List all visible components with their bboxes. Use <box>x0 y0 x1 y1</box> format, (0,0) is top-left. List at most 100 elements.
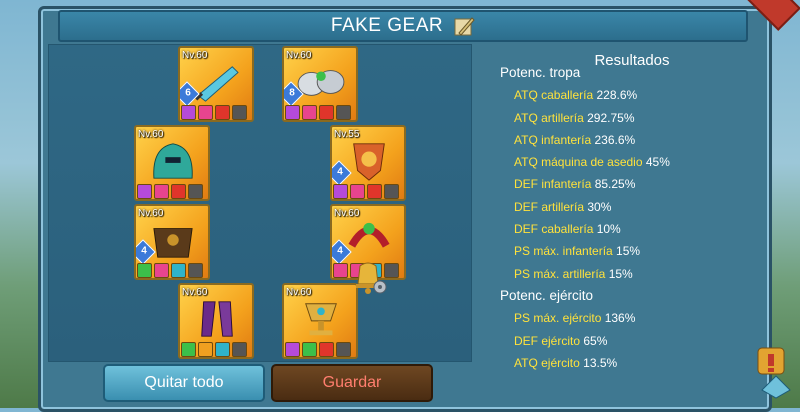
gear-level-label: Nv.60 <box>138 129 164 140</box>
stat-row: DEF caballería 10% <box>500 218 756 240</box>
stat-value: 15% <box>616 244 641 259</box>
gear-level-label: Nv.60 <box>334 208 360 219</box>
jewel-slot <box>188 184 203 199</box>
gear-card: Nv.60 8 <box>282 46 358 122</box>
stat-value: 85.25% <box>594 177 636 192</box>
jewel-slot <box>285 105 300 120</box>
bell-settings-icon[interactable] <box>348 260 388 296</box>
gear-slot[interactable]: Nv.60 6 <box>178 46 254 122</box>
stat-row: PS máx. infantería 15% <box>500 240 756 262</box>
jewel-slot <box>367 184 382 199</box>
stat-value: 228.6% <box>596 88 638 103</box>
gear-slot[interactable]: Nv.60 4 <box>134 204 210 280</box>
stat-name: PS máx. artillería <box>514 266 609 281</box>
jewel-slot <box>333 263 348 278</box>
stat-name: DEF infantería <box>514 177 595 192</box>
gear-slot[interactable]: Nv.60 <box>282 283 358 359</box>
results-section-header: Potenc. ejército <box>500 287 594 303</box>
refine-level: 4 <box>337 245 343 257</box>
stat-name: PS máx. infantería <box>514 244 617 259</box>
jewel-slot <box>171 184 186 199</box>
stat-name: ATQ ejército <box>514 355 584 370</box>
jewel-slot <box>232 342 247 357</box>
quill-scroll-icon <box>454 17 475 36</box>
jewel-slot <box>171 263 186 278</box>
gear-slot[interactable]: Nv.60 8 <box>282 46 358 122</box>
jewel-slot <box>319 342 334 357</box>
jewel-slot <box>215 105 230 120</box>
jewel-slot <box>137 263 152 278</box>
jewel-slots <box>181 342 247 357</box>
gear-slot[interactable]: Nv.55 4 <box>330 125 406 201</box>
gear-level-label: Nv.60 <box>138 208 164 219</box>
purple-legs-icon <box>201 301 233 337</box>
gear-card: Nv.60 <box>282 283 358 359</box>
stat-value: 13.5% <box>583 355 618 370</box>
clear-all-button[interactable]: Quitar todo <box>103 364 265 402</box>
gear-card: Nv.60 6 <box>178 46 254 122</box>
jewel-slot <box>333 184 348 199</box>
refine-level: 6 <box>185 87 191 99</box>
stat-value: 236.6% <box>594 132 636 147</box>
stat-row: ATQ ejército 13.5% <box>500 352 756 374</box>
jewel-slot <box>137 184 152 199</box>
golden-chalice-icon <box>305 303 337 336</box>
stat-value: 10% <box>596 222 621 237</box>
gear-card: Nv.60 <box>178 283 254 359</box>
gear-level-label: Nv.60 <box>286 50 312 61</box>
jewel-slot <box>181 342 196 357</box>
jewel-slots <box>137 263 203 278</box>
jewel-slot <box>188 263 203 278</box>
stat-value: 15% <box>608 266 633 281</box>
stat-name: PS máx. ejército <box>514 311 605 326</box>
stat-row: ATQ caballería 228.6% <box>500 84 756 106</box>
stat-row: DEF artillería 30% <box>500 196 756 218</box>
event-alert-icon[interactable] <box>752 330 796 400</box>
gear-card: Nv.55 4 <box>330 125 406 201</box>
refine-level: 4 <box>337 166 343 178</box>
gear-level-label: Nv.60 <box>182 50 208 61</box>
jewel-slot <box>350 184 365 199</box>
stat-name: ATQ caballería <box>514 88 597 103</box>
gear-level-label: Nv.60 <box>182 287 208 298</box>
jewel-slot <box>384 184 399 199</box>
stat-name: ATQ artillería <box>514 110 588 125</box>
jewel-slot <box>154 184 169 199</box>
refine-level: 4 <box>141 245 147 257</box>
jewel-slot <box>302 342 317 357</box>
jewel-slot <box>154 263 169 278</box>
jewel-slot <box>285 342 300 357</box>
jewel-slot <box>198 342 213 357</box>
jewel-slots <box>181 105 247 120</box>
jewel-slot <box>319 105 334 120</box>
refine-level: 8 <box>289 87 295 99</box>
gear-slot[interactable]: Nv.60 <box>134 125 210 201</box>
jewel-slots <box>333 184 399 199</box>
jewel-slot <box>215 342 230 357</box>
gear-level-label: Nv.55 <box>334 129 360 140</box>
stat-value: 65% <box>583 333 608 348</box>
gear-level-label: Nv.60 <box>286 287 312 298</box>
stat-value: 45% <box>645 155 670 170</box>
gear-card: Nv.60 4 <box>134 204 210 280</box>
stat-name: ATQ infantería <box>514 132 595 147</box>
stat-row: ATQ artillería 292.75% <box>500 107 756 129</box>
results-list: Potenc. tropa ATQ caballería 228.6% ATQ ar… <box>500 65 756 374</box>
jewel-slot <box>336 105 351 120</box>
jewel-slot <box>198 105 213 120</box>
gear-slot[interactable]: Nv.60 <box>178 283 254 359</box>
jewel-slot <box>302 105 317 120</box>
stat-row: ATQ infantería 236.6% <box>500 129 756 151</box>
save-button[interactable]: Guardar <box>271 364 433 402</box>
jewel-slot <box>181 105 196 120</box>
stat-row: DEF ejército 65% <box>500 330 756 352</box>
jewel-slots <box>285 105 351 120</box>
window-title: FAKE GEAR <box>330 15 444 36</box>
results-panel: Resultados Potenc. tropa ATQ caballería 2… <box>486 44 756 389</box>
stat-value: 136% <box>604 311 636 326</box>
gear-panel <box>48 44 472 362</box>
jewel-slot <box>336 342 351 357</box>
stat-name: DEF artillería <box>514 199 588 214</box>
stat-value: 292.75% <box>587 110 635 125</box>
stat-name: DEF ejército <box>514 333 584 348</box>
